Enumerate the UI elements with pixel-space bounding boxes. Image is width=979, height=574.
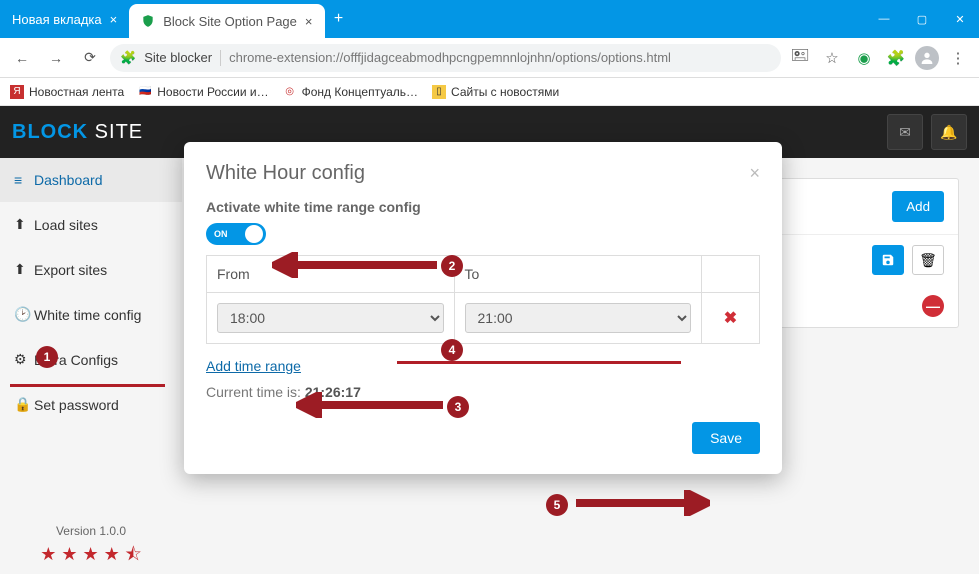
activate-toggle[interactable]: ON xyxy=(206,223,266,245)
sidebar-item-extra[interactable]: ⚙Extra Configs xyxy=(0,337,182,382)
address-bar[interactable]: 🧩 Site blocker chrome-extension://offfji… xyxy=(110,44,781,72)
version-label: Version 1.0.0 xyxy=(0,516,182,542)
close-icon[interactable]: × xyxy=(110,12,118,27)
to-header: To xyxy=(454,256,702,293)
bookmarks-bar: ЯНовостная лента 🇷🇺Новости России и… ◎Фо… xyxy=(0,78,979,106)
profile-avatar[interactable] xyxy=(915,46,939,70)
maximize-icon[interactable]: ▢ xyxy=(903,0,941,38)
delete-range-button[interactable]: ✖ xyxy=(724,310,737,327)
browser-toolbar: ← → ⟳ 🧩 Site blocker chrome-extension://… xyxy=(0,38,979,78)
toggle-knob xyxy=(245,225,263,243)
extensions-icon[interactable]: 🧩 xyxy=(883,45,909,71)
extension-blocksite-icon[interactable]: ◉ xyxy=(851,45,877,71)
page-name: Site blocker xyxy=(144,50,212,65)
gear-icon: ⚙ xyxy=(14,351,28,368)
delete-row-button[interactable]: 🗑 xyxy=(912,245,944,275)
app-logo: BLOCK SITE xyxy=(12,121,143,144)
sidebar: ≡Dashboard ⬆Load sites ⬆Export sites 🕑Wh… xyxy=(0,158,182,574)
window-titlebar: Новая вкладка × Block Site Option Page ×… xyxy=(0,0,979,38)
sidebar-item-export[interactable]: ⬆Export sites xyxy=(0,247,182,292)
tab-label: Block Site Option Page xyxy=(163,14,297,29)
menu-icon[interactable]: ⋮ xyxy=(945,45,971,71)
close-icon[interactable]: × xyxy=(305,14,313,29)
from-select[interactable]: 18:00 xyxy=(217,303,444,333)
clock-icon: 🕑 xyxy=(14,306,28,323)
mail-button[interactable]: ✉ xyxy=(887,114,923,150)
upload-icon: ⬆ xyxy=(14,216,28,233)
bookmark-item[interactable]: ▯Сайты с новостями xyxy=(432,85,559,99)
url-text: chrome-extension://offfjidagceabmodhpcng… xyxy=(229,50,671,65)
current-time-label: Current time is: 21:26:17 xyxy=(206,384,760,400)
extension-icon: 🧩 xyxy=(120,50,136,66)
tab-active[interactable]: Block Site Option Page × xyxy=(129,4,324,38)
reload-button[interactable]: ⟳ xyxy=(76,44,104,72)
tab-label: Новая вкладка xyxy=(12,12,102,27)
add-button[interactable]: Add xyxy=(892,191,944,222)
separator xyxy=(220,50,221,66)
bookmark-item[interactable]: 🇷🇺Новости России и… xyxy=(138,85,268,99)
activate-label: Activate white time range config xyxy=(206,199,760,215)
bookmark-item[interactable]: ЯНовостная лента xyxy=(10,85,124,99)
modal-title: White Hour config xyxy=(206,162,365,185)
minimize-icon[interactable]: — xyxy=(865,0,903,38)
lock-icon: 🔒 xyxy=(14,396,28,413)
save-row-button[interactable] xyxy=(872,245,904,275)
close-window-icon[interactable]: ✕ xyxy=(941,0,979,38)
shield-icon xyxy=(141,14,155,28)
to-select[interactable]: 21:00 xyxy=(465,303,692,333)
star-icon[interactable]: ☆ xyxy=(819,45,845,71)
add-time-range-link[interactable]: Add time range xyxy=(206,358,301,374)
time-range-table: From To 18:00 21:00 ✖ xyxy=(206,255,760,344)
sidebar-item-dashboard[interactable]: ≡Dashboard xyxy=(0,158,182,202)
download-icon: ⬆ xyxy=(14,261,28,278)
sidebar-item-password[interactable]: 🔒Set password xyxy=(0,382,182,427)
tab-new[interactable]: Новая вкладка × xyxy=(0,0,129,38)
translate-icon[interactable]: 🖭 xyxy=(787,45,813,71)
back-button[interactable]: ← xyxy=(8,44,36,72)
sidebar-item-load[interactable]: ⬆Load sites xyxy=(0,202,182,247)
forward-button[interactable]: → xyxy=(42,44,70,72)
rating-stars[interactable]: ★ ★ ★ ★ ⯪ xyxy=(0,542,182,574)
save-button[interactable]: Save xyxy=(692,422,760,454)
block-icon[interactable]: — xyxy=(922,295,944,317)
sidebar-item-white-time[interactable]: 🕑White time config xyxy=(0,292,182,337)
close-icon[interactable]: × xyxy=(749,163,760,184)
bookmark-item[interactable]: ◎Фонд Концептуаль… xyxy=(283,85,418,99)
bell-button[interactable]: 🔔 xyxy=(931,114,967,150)
menu-icon: ≡ xyxy=(14,172,28,188)
white-hour-modal: White Hour config × Activate white time … xyxy=(184,142,782,474)
new-tab-button[interactable]: + xyxy=(325,0,353,38)
from-header: From xyxy=(207,256,455,293)
